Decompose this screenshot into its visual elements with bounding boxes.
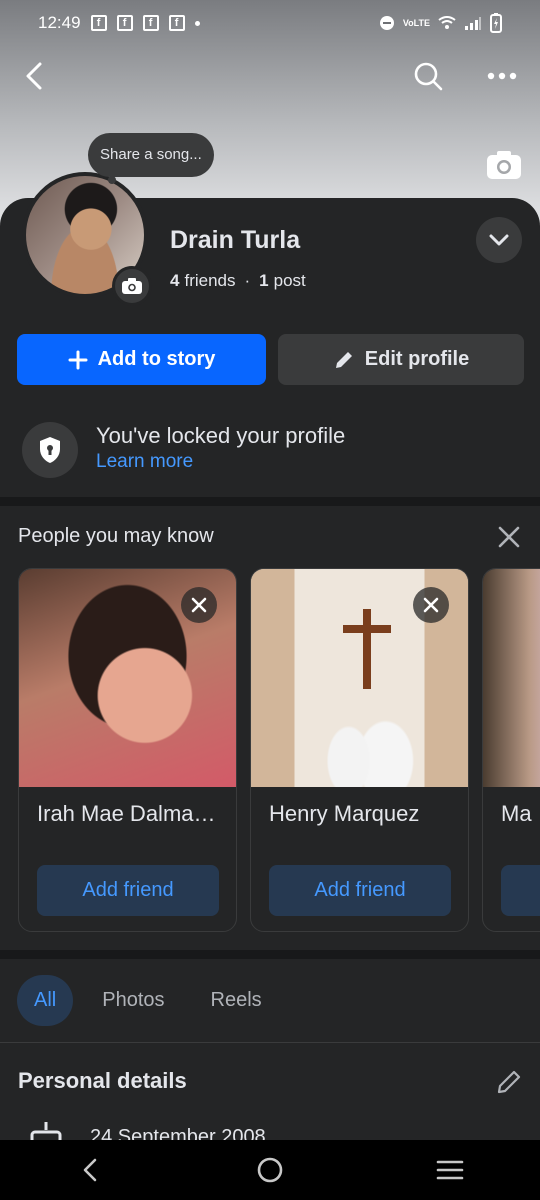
profile-dropdown-button[interactable] [476,217,522,263]
pymk-close-icon[interactable] [492,520,526,554]
profile-name: Drain Turla [170,226,301,254]
section-divider [0,497,540,506]
status-left: 12:49 f f f f [38,13,200,33]
nav-recents-icon[interactable] [420,1140,480,1200]
pymk-card-name[interactable]: Irah Mae Dalma… [37,801,232,827]
content-tabs: All Photos Reels [17,975,291,1026]
cover-camera-icon[interactable] [484,144,524,184]
learn-more-link[interactable]: Learn more [96,451,193,473]
pencil-icon [335,351,352,368]
edit-profile-button[interactable]: Edit profile [278,334,524,385]
volte-label: VoLTE [402,18,430,28]
do-not-disturb-icon [379,16,394,30]
pymk-card[interactable]: Ma [482,568,540,932]
edit-profile-label: Edit profile [364,348,470,370]
signal-icon [465,17,481,30]
add-friend-button[interactable]: Add friend [269,865,451,916]
posts-count: 1 [259,271,269,290]
friends-count: 4 [170,271,180,290]
system-navigation-bar [0,1140,540,1200]
pymk-card-name[interactable]: Ma [501,801,540,827]
posts-label: post [273,271,306,290]
tab-reels[interactable]: Reels [194,975,279,1026]
pymk-card[interactable]: Henry Marquez Add friend [250,568,469,932]
edit-details-pencil-icon[interactable] [494,1067,524,1097]
dismiss-card-icon[interactable] [181,587,217,623]
photo-cross-shape [363,609,371,689]
tab-all[interactable]: All [17,975,74,1026]
avatar-camera-icon[interactable] [112,266,152,306]
pymk-title: People you may know [18,525,214,547]
status-right: VoLTE [379,13,502,33]
back-arrow-icon[interactable] [12,54,56,98]
pymk-card-photo[interactable] [483,569,540,787]
nav-back-icon[interactable] [60,1140,120,1200]
section-divider [0,950,540,959]
status-bar: 12:49 f f f f VoLTE [0,0,540,46]
plus-icon [68,350,88,369]
lock-shield-icon-wrap [22,422,78,478]
pymk-card[interactable]: Irah Mae Dalma… Add friend [18,568,237,932]
friends-label: friends [184,271,236,290]
add-friend-button[interactable] [501,865,540,916]
facebook-notification-icon: f [90,15,107,31]
dismiss-card-icon[interactable] [413,587,449,623]
stats-separator: · [244,271,251,290]
add-to-story-label: Add to story [97,348,216,370]
locked-profile-title: You've locked your profile [96,423,346,448]
search-icon[interactable] [406,54,450,98]
status-time: 12:49 [38,13,81,32]
add-to-story-button[interactable]: Add to story [17,334,266,385]
shield-lock-icon [40,437,60,463]
more-options-icon[interactable] [480,54,524,98]
pymk-card-name[interactable]: Henry Marquez [269,801,464,827]
photo-cross-bar-shape [343,625,391,633]
wifi-icon [438,16,456,29]
more-notifications-dot-icon [194,20,200,26]
facebook-notification-icon: f [116,15,133,31]
facebook-notification-icon: f [142,15,159,31]
profile-stats[interactable]: 4 friends · 1 post [170,271,306,291]
chevron-down-icon [489,234,509,246]
share-song-tooltip[interactable]: Share a song... [88,133,214,177]
add-friend-button[interactable]: Add friend [37,865,219,916]
tab-photos[interactable]: Photos [85,975,181,1026]
personal-details-title: Personal details [18,1068,187,1093]
facebook-notification-icon: f [168,15,185,31]
nav-home-icon[interactable] [240,1140,300,1200]
tooltip-tail [108,176,116,184]
battery-charging-icon [490,13,502,33]
tabs-divider [0,1042,540,1043]
